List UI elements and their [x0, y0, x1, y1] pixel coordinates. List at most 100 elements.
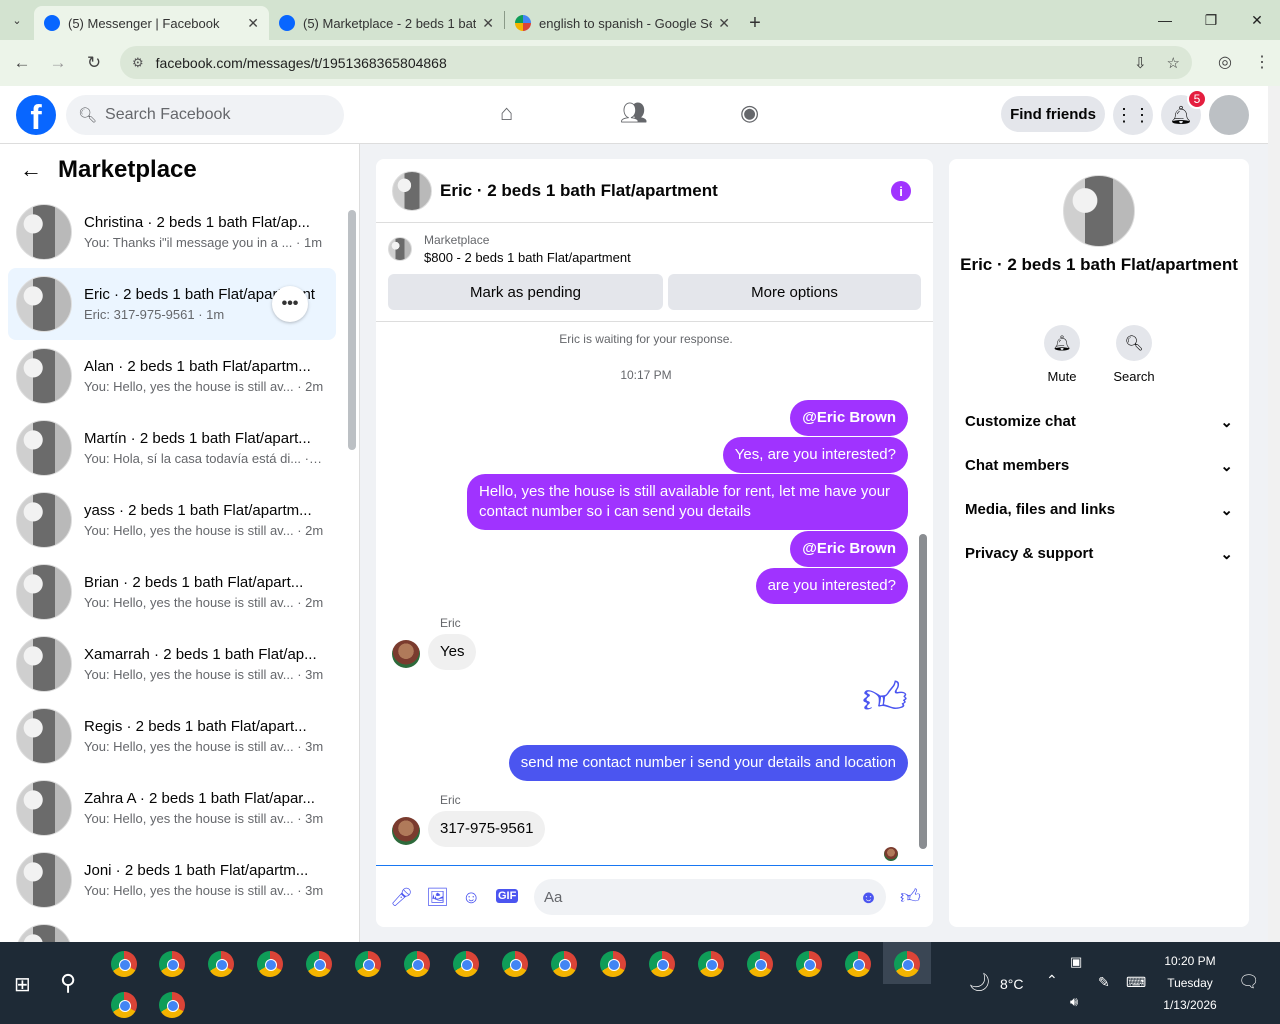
image-icon[interactable]: 🖼︎	[426, 887, 449, 908]
reload-icon[interactable]: ↻	[76, 53, 112, 73]
notifications-button[interactable]: 🔔︎ 5	[1161, 89, 1207, 135]
keyboard-icon[interactable]: ⌨	[1126, 974, 1146, 991]
groups-icon[interactable]: ◉	[740, 100, 759, 126]
avatar[interactable]	[392, 640, 420, 668]
account-avatar[interactable]	[1209, 95, 1249, 135]
minimize-button[interactable]: —	[1142, 0, 1188, 40]
message-bubble[interactable]: Hello, yes the house is still available …	[467, 474, 908, 530]
page-scrollbar[interactable]	[1268, 86, 1280, 942]
conversation-item[interactable]: Xamarrah · 2 beds 1 bath Flat/ap... You: …	[8, 628, 336, 700]
conversation-item[interactable]: Christina · 2 beds 1 bath Flat/ap... You:…	[8, 196, 336, 268]
bookmark-star-icon[interactable]: ☆	[1167, 54, 1180, 72]
media-files-section[interactable]: Media, files and links ⌄	[965, 501, 1233, 519]
menu-grid-icon[interactable]: ⋮⋮	[1113, 95, 1153, 135]
mute-button[interactable]: 🔔︎ Mute	[1032, 325, 1092, 384]
message-bubble[interactable]: send me contact number i send your detai…	[508, 745, 908, 781]
listing-thumbnail[interactable]	[1063, 175, 1135, 247]
message-bubble[interactable]: Yes	[428, 634, 477, 670]
clock-day[interactable]: Tuesday	[1160, 976, 1220, 990]
conversation-item[interactable]: Joni · 2 beds 1 bath Flat/apartm... You: …	[8, 844, 336, 916]
close-icon[interactable]: ✕	[718, 15, 730, 32]
chrome-icon[interactable]	[208, 951, 234, 977]
chrome-icon[interactable]	[159, 992, 185, 1018]
facebook-logo[interactable]: f	[16, 95, 56, 135]
chrome-icon[interactable]	[355, 951, 381, 977]
conversation-item[interactable]: Regis · 2 beds 1 bath Flat/apart... You: …	[8, 700, 336, 772]
message-bubble[interactable]: 317-975-9561	[428, 811, 546, 847]
close-window-button[interactable]: ✕	[1234, 0, 1280, 40]
tab-search-button[interactable]: ⌄	[0, 0, 34, 40]
site-info-icon[interactable]: ⚙	[132, 55, 144, 71]
url-bar[interactable]: ⚙ facebook.com/messages/t/19513683658048…	[120, 46, 1192, 79]
list-scrollbar[interactable]	[348, 196, 356, 936]
volume-icon[interactable]: 🔊︎	[1070, 994, 1078, 1010]
windows-start-icon[interactable]: ⊞	[14, 972, 31, 997]
gif-icon[interactable]: GIF	[496, 889, 519, 903]
more-options-icon[interactable]: •••	[272, 286, 308, 322]
marketplace-listing[interactable]: Marketplace $800 - 2 beds 1 bath Flat/ap…	[388, 233, 631, 265]
chrome-icon[interactable]	[698, 951, 724, 977]
profile-icon[interactable]: ◎	[1218, 52, 1232, 72]
chrome-icon[interactable]	[502, 951, 528, 977]
message-bubble[interactable]: Yes, are you interested?	[722, 437, 908, 473]
conversation-item[interactable]: Mayra · 2 beds 1 bath Flat/apart...	[8, 916, 336, 942]
conversation-item[interactable]: yass · 2 beds 1 bath Flat/apartm... You: …	[8, 484, 336, 556]
privacy-support-section[interactable]: Privacy & support ⌄	[965, 545, 1233, 563]
friends-icon[interactable]: 👥︎	[620, 100, 648, 126]
app-icon[interactable]	[111, 951, 137, 977]
like-button-icon[interactable]: 👍︎	[900, 885, 921, 909]
more-options-button[interactable]: More options	[668, 274, 921, 310]
search-button[interactable]: 🔍︎ Search	[1104, 325, 1164, 384]
tab-google[interactable]: english to spanish - Google Sea ✕	[505, 6, 740, 40]
install-icon[interactable]: ⇩	[1134, 54, 1147, 72]
clock-date[interactable]: 1/13/2026	[1160, 998, 1220, 1012]
chrome-icon[interactable]	[600, 951, 626, 977]
clock-time[interactable]: 10:20 PM	[1160, 954, 1220, 968]
chrome-icon[interactable]	[747, 951, 773, 977]
conversation-item[interactable]: Martín · 2 beds 1 bath Flat/apart... You:…	[8, 412, 336, 484]
microphone-icon[interactable]: 🎤︎	[390, 887, 413, 908]
chrome-icon[interactable]	[894, 951, 920, 977]
tab-marketplace[interactable]: (5) Marketplace - 2 beds 1 bath ✕	[269, 6, 504, 40]
close-icon[interactable]: ✕	[482, 15, 494, 32]
restore-button[interactable]: ❐	[1188, 0, 1234, 40]
pen-icon[interactable]: ✎	[1098, 974, 1110, 991]
browser-menu-icon[interactable]: ⋮	[1254, 52, 1270, 72]
emoji-icon[interactable]: ☻	[859, 887, 878, 908]
avatar[interactable]	[392, 817, 420, 845]
conversation-item[interactable]: Alan · 2 beds 1 bath Flat/apartm... You: …	[8, 340, 336, 412]
listing-thumbnail[interactable]	[392, 170, 432, 211]
message-bubble[interactable]: are you interested?	[755, 568, 908, 604]
chrome-icon[interactable]	[257, 951, 283, 977]
conversation-item[interactable]: Brian · 2 beds 1 bath Flat/apart... You: …	[8, 556, 336, 628]
info-icon[interactable]: i	[891, 181, 911, 201]
chat-title[interactable]: Eric · 2 beds 1 bath Flat/apartment	[440, 181, 718, 201]
search-input[interactable]: 🔍︎ Search Facebook	[66, 95, 344, 135]
mark-as-pending-button[interactable]: Mark as pending	[388, 274, 663, 310]
search-icon[interactable]: ⚲	[60, 970, 76, 996]
chrome-icon[interactable]	[649, 951, 675, 977]
conversation-item[interactable]: Eric · 2 beds 1 bath Flat/apartment Eric:…	[8, 268, 336, 340]
chrome-icon[interactable]	[551, 951, 577, 977]
chevron-up-icon[interactable]: ⌃	[1046, 972, 1058, 989]
new-tab-button[interactable]: +	[740, 6, 770, 40]
weather-temperature[interactable]: 8°C	[1000, 976, 1024, 992]
forward-icon[interactable]: →	[40, 53, 76, 73]
weather-moon-icon[interactable]: 🌙︎	[968, 972, 991, 993]
message-input[interactable]: Aa ☻	[534, 879, 886, 915]
notification-center-icon[interactable]: 🗨︎	[1238, 972, 1260, 992]
chrome-icon[interactable]	[404, 951, 430, 977]
chrome-icon[interactable]	[845, 951, 871, 977]
chrome-icon[interactable]	[111, 992, 137, 1018]
close-icon[interactable]: ✕	[247, 15, 259, 32]
message-bubble[interactable]: @Eric Brown	[790, 531, 908, 567]
thumbs-up-icon[interactable]: 👍︎	[862, 672, 908, 725]
chrome-icon[interactable]	[306, 951, 332, 977]
chat-scrollbar[interactable]	[919, 324, 929, 864]
chat-members-section[interactable]: Chat members ⌄	[965, 457, 1233, 475]
back-icon[interactable]: ←	[4, 53, 40, 73]
sticker-icon[interactable]: ☺	[462, 887, 480, 908]
tab-messenger[interactable]: (5) Messenger | Facebook ✕	[34, 6, 269, 40]
chrome-icon[interactable]	[159, 951, 185, 977]
customize-chat-section[interactable]: Customize chat ⌄	[965, 413, 1233, 431]
